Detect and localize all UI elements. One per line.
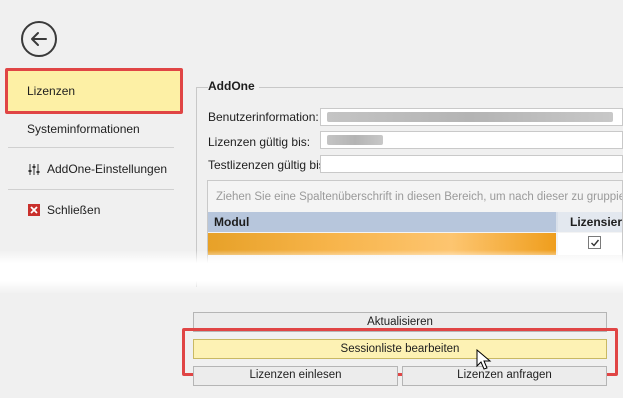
grid-header: Modul Lizensiert	[208, 212, 622, 232]
sidebar-item-systeminformationen[interactable]: Systeminformationen	[8, 112, 174, 146]
group-border	[196, 87, 623, 88]
field-label-benutzerinformation: Benutzerinformation:	[208, 110, 319, 124]
arrow-left-icon	[31, 32, 47, 46]
testlizenzen-gueltig-field[interactable]	[320, 155, 623, 173]
column-header-lizensiert[interactable]: Lizensiert	[558, 212, 622, 232]
column-header-modul[interactable]: Modul	[208, 212, 556, 232]
sidebar-divider	[8, 189, 174, 190]
redacted-value	[327, 112, 613, 122]
sidebar-item-schliessen[interactable]: Schließen	[8, 193, 174, 227]
checkmark-icon	[590, 239, 599, 247]
lizenzen-anfragen-button[interactable]: Lizenzen anfragen	[402, 366, 607, 386]
sliders-icon	[27, 162, 41, 176]
field-label-lizenzen-gueltig: Lizenzen gültig bis:	[208, 135, 311, 149]
mouse-cursor-icon	[476, 349, 492, 370]
sidebar-item-lizenzen[interactable]: Lizenzen	[5, 68, 183, 114]
sidebar-divider	[8, 147, 174, 148]
lizenzen-gueltig-field[interactable]	[320, 131, 623, 149]
lizensiert-checkbox[interactable]	[588, 236, 601, 249]
sidebar-item-label: Lizenzen	[27, 84, 76, 98]
redacted-value	[327, 135, 383, 145]
sidebar-item-label: Schließen	[47, 203, 101, 217]
group-title: AddOne	[208, 79, 259, 93]
sidebar-item-label: Systeminformationen	[27, 122, 140, 136]
sidebar-item-addone-einstellungen[interactable]: AddOne-Einstellungen	[8, 152, 174, 186]
cutout-band	[0, 250, 623, 294]
benutzerinformation-field[interactable]	[320, 108, 623, 126]
sessionliste-bearbeiten-button[interactable]: Sessionliste bearbeiten	[193, 339, 607, 359]
back-button[interactable]	[21, 21, 57, 57]
sidebar-item-label: AddOne-Einstellungen	[47, 162, 168, 176]
group-panel-hint: Ziehen Sie eine Spaltenüberschrift in di…	[216, 191, 623, 203]
lizenzen-einlesen-button[interactable]: Lizenzen einlesen	[193, 366, 398, 386]
field-label-testlizenzen-gueltig: Testlizenzen gültig bis:	[208, 158, 329, 172]
close-box-icon	[27, 203, 41, 217]
